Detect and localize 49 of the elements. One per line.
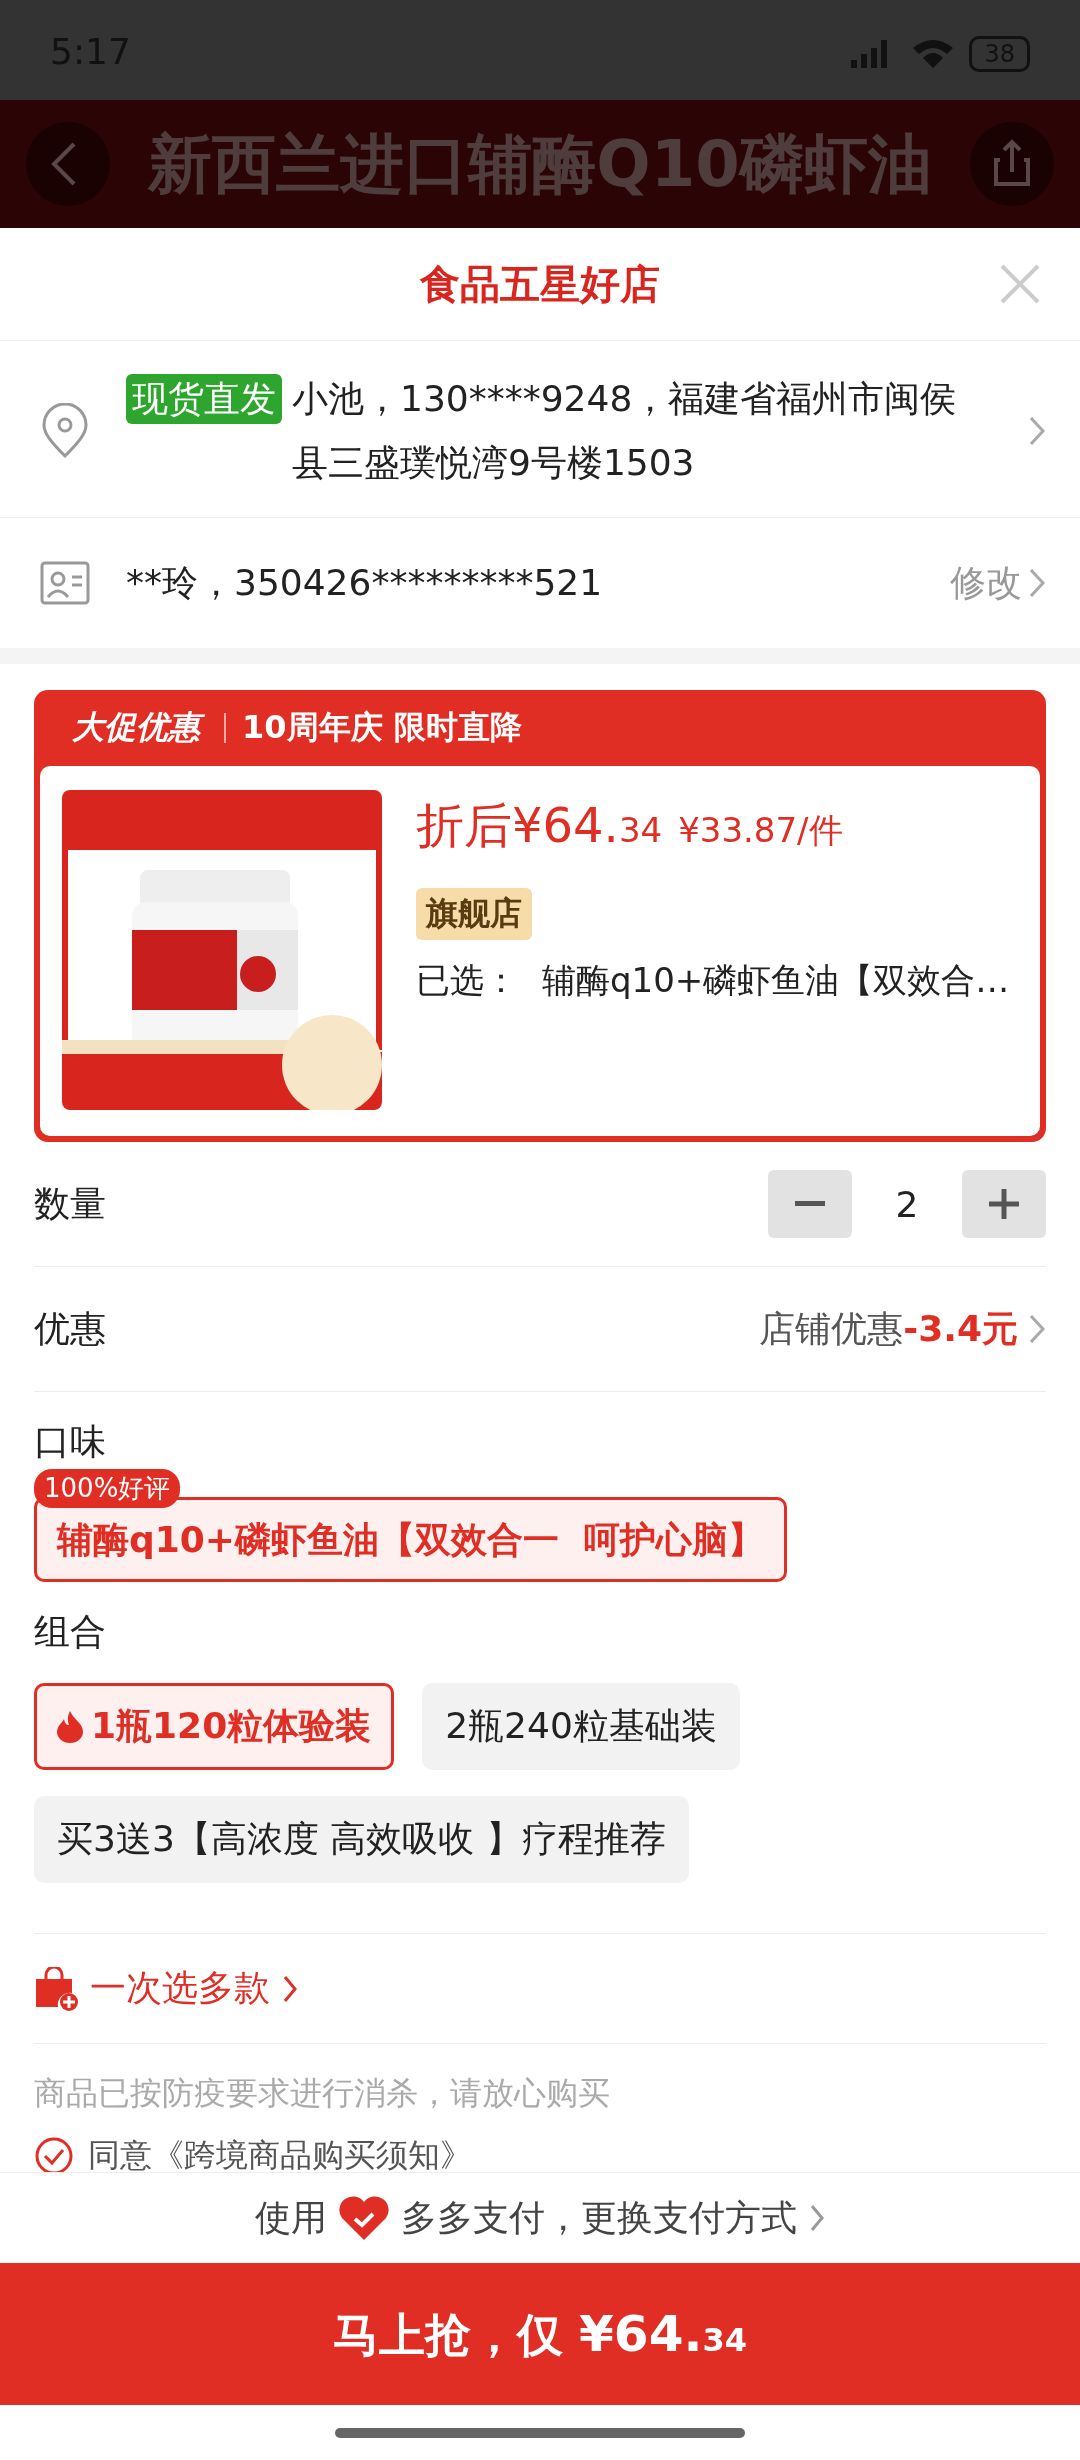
promo-label: 大促优惠	[68, 706, 208, 750]
combo-option[interactable]: 1瓶120粒体验装	[34, 1683, 395, 1770]
promo-subtitle: 10周年庆 限时直降	[242, 707, 522, 748]
multi-select-link[interactable]: 一次选多款	[90, 1964, 270, 2013]
wifi-icon	[911, 38, 956, 70]
heart-check-icon	[339, 2196, 389, 2240]
flagship-tag: 旗舰店	[416, 888, 532, 940]
combo-option[interactable]: 买3送3【高浓度 高效吸收 】疗程推荐	[34, 1796, 689, 1883]
disinfection-notice: 商品已按防疫要求进行消杀，请放心购买	[34, 2073, 611, 2114]
rating-badge: 100%好评	[34, 1469, 181, 1508]
quantity-label: 数量	[34, 1181, 106, 1226]
store-discount: 店铺优惠	[759, 1306, 904, 1351]
chevron-icon[interactable]	[1028, 1313, 1046, 1345]
flavor-label: 口味	[34, 1420, 107, 1464]
selected-label: 已选：	[416, 959, 518, 1002]
combo-label: 组合	[34, 1610, 107, 1654]
identity-info: **玲，350426*********521	[126, 560, 604, 605]
increase-button[interactable]	[962, 1170, 1046, 1238]
store-rating-title: 食品五星好店	[420, 259, 660, 309]
close-icon[interactable]	[1000, 264, 1040, 304]
id-card-icon	[40, 561, 90, 605]
agreement-text[interactable]: 同意《跨境商品购买须知》	[88, 2134, 472, 2172]
selected-variant: 辅酶q10+磷虾鱼油【双效合…	[542, 959, 1010, 1002]
chevron-icon[interactable]	[282, 1973, 298, 2004]
payment-method[interactable]: 多多支付，更换支付方式	[401, 2193, 797, 2243]
back-icon[interactable]	[26, 122, 110, 206]
quantity-value[interactable]: 2	[852, 1183, 962, 1225]
share-icon[interactable]	[970, 122, 1054, 206]
discounted-price: 折后¥64.34	[416, 796, 664, 855]
payment-prefix: 使用	[255, 2195, 327, 2240]
chevron-icon[interactable]	[1028, 567, 1046, 599]
stock-tag: 现货直发	[126, 374, 282, 424]
location-pin-icon	[40, 403, 90, 459]
checkbox-icon[interactable]	[34, 2136, 74, 2172]
shopping-bag-add-icon	[34, 1966, 78, 2011]
shipping-address: 小池，130****9248，福建省福州市闽侯县三盛璞悦湾9号楼1503	[292, 377, 958, 485]
home-indicator[interactable]	[335, 2427, 745, 2438]
unit-price: ¥33.87/件	[678, 809, 843, 852]
discount-label: 优惠	[34, 1306, 106, 1351]
buy-button[interactable]: 马上抢，仅 ¥64.34	[0, 2263, 1080, 2405]
flame-icon	[57, 1710, 83, 1743]
plus-icon	[989, 1189, 1019, 1219]
combo-option[interactable]: 2瓶240粒基础装	[422, 1683, 740, 1770]
chevron-icon[interactable]	[1028, 415, 1046, 447]
discount-amount: -3.4元	[903, 1306, 1018, 1351]
decrease-button[interactable]	[768, 1170, 852, 1238]
minus-icon	[795, 1201, 825, 1207]
product-title: 新西兰进口辅酶Q10磷虾油	[148, 125, 932, 203]
chevron-icon[interactable]	[809, 2203, 825, 2233]
